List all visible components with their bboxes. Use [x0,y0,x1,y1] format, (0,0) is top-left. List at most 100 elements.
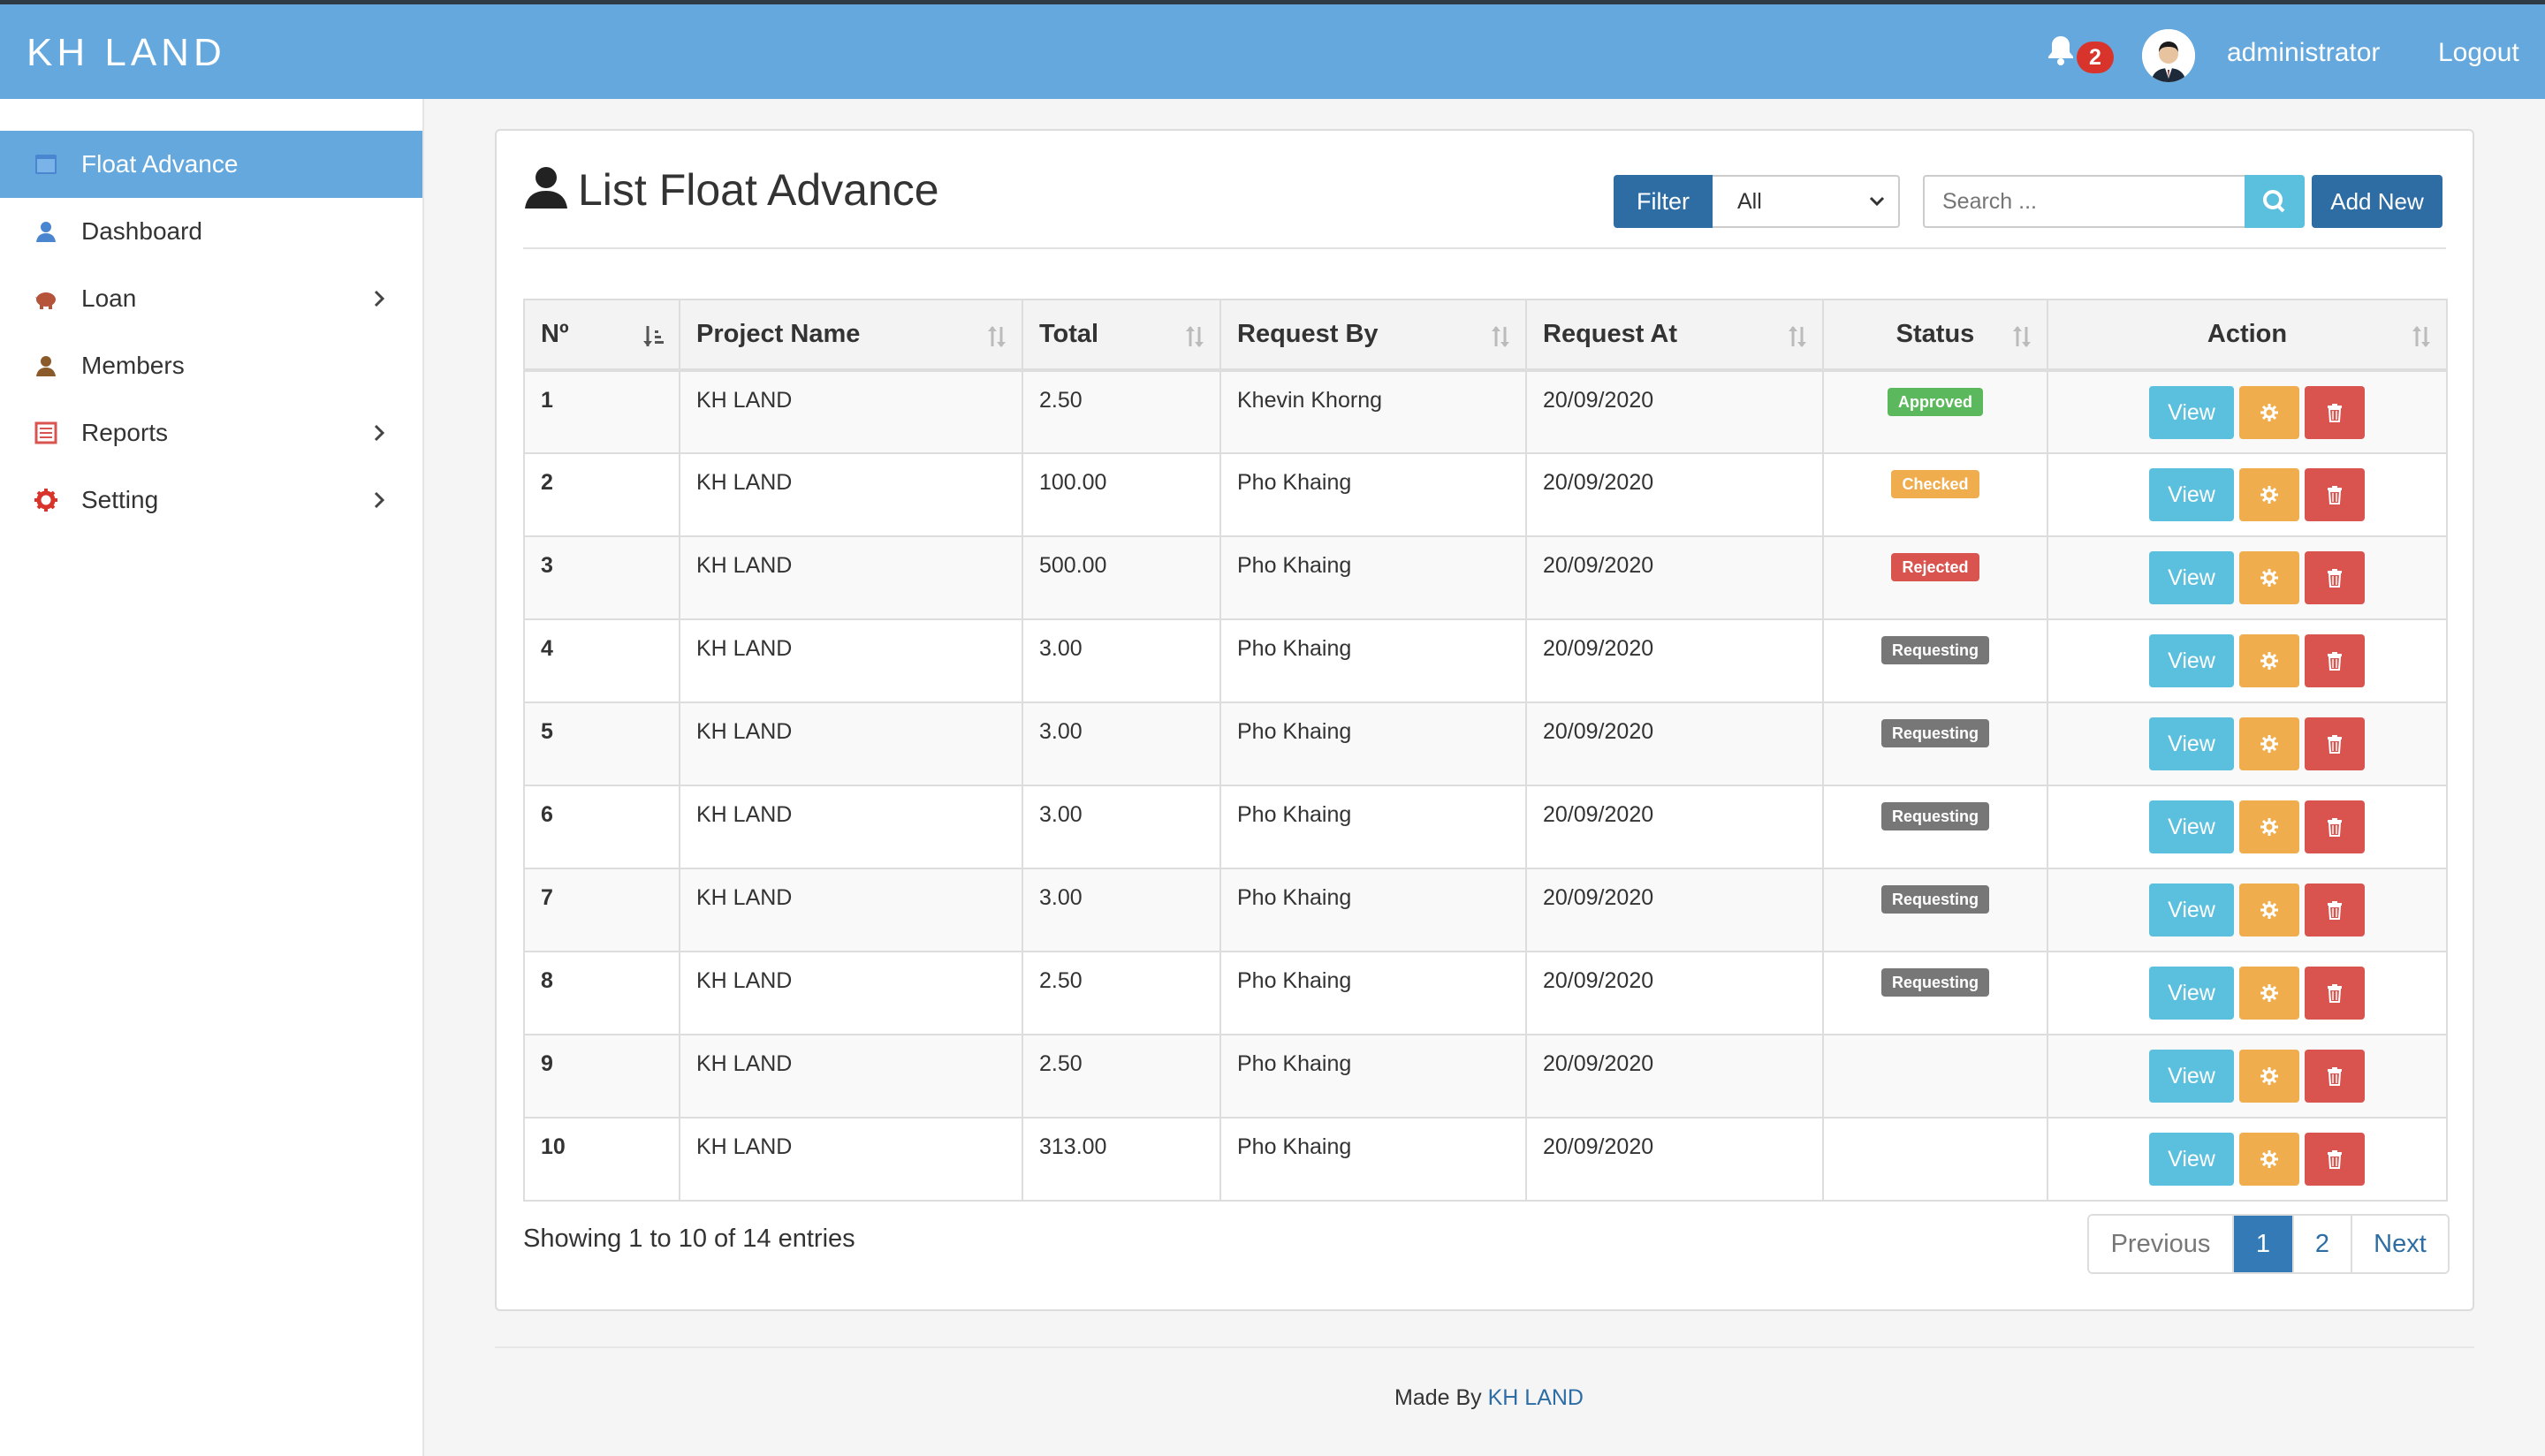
delete-button[interactable] [2305,1133,2365,1186]
edit-button[interactable] [2239,386,2299,439]
logout-link[interactable]: Logout [2438,38,2519,68]
column-header-project-name[interactable]: Project Name [679,299,1023,372]
list-alt-icon [34,421,57,444]
cell-status: Requesting [1822,868,2048,952]
cell-total: 3.00 [1022,701,1221,786]
view-button[interactable]: View [2149,1050,2234,1103]
delete-button[interactable] [2305,386,2365,439]
view-button[interactable]: View [2149,883,2234,937]
sidebar-item-label: Loan [81,284,137,312]
edit-button[interactable] [2239,883,2299,937]
cell-request-by: Pho Khaing [1219,1034,1527,1119]
cell-project-name: KH LAND [679,701,1023,786]
delete-button[interactable] [2305,1050,2365,1103]
user-icon [36,356,56,376]
column-header-request-at[interactable]: Request At [1525,299,1824,372]
view-button[interactable]: View [2149,717,2234,770]
edit-button[interactable] [2239,468,2299,521]
table-row: 2 KH LAND 100.00 Pho Khaing 20/09/2020 Checke… [523,452,2448,537]
trash-icon [2328,735,2342,754]
sidebar-item-loan[interactable]: Loan [0,265,422,332]
sidebar-item-dashboard[interactable]: Dashboard [0,198,422,265]
column-header-status[interactable]: Status [1822,299,2048,372]
footer-link[interactable]: KH LAND [1488,1385,1584,1410]
cell-action: View [2047,868,2448,952]
cell-status: Approved [1822,369,2048,454]
column-header-total[interactable]: Total [1022,299,1221,372]
delete-button[interactable] [2305,967,2365,1020]
bell-icon[interactable] [2043,33,2078,68]
cell-request-by: Pho Khaing [1219,868,1527,952]
column-header-no[interactable]: Nº [523,299,680,372]
sidebar-item-float-advance[interactable]: Float Advance [0,131,422,198]
pagination-next[interactable]: Next [2351,1216,2448,1272]
view-button[interactable]: View [2149,1133,2234,1186]
view-button[interactable]: View [2149,468,2234,521]
edit-button[interactable] [2239,1050,2299,1103]
delete-button[interactable] [2305,551,2365,604]
trash-icon [2328,404,2342,422]
table-row: 6 KH LAND 3.00 Pho Khaing 20/09/2020 Requesti… [523,785,2448,869]
brand-logo[interactable]: KH LAND [27,31,226,75]
delete-button[interactable] [2305,883,2365,937]
delete-button[interactable] [2305,800,2365,853]
search-input[interactable] [1923,175,2245,228]
filter-select-value: All [1737,189,1762,214]
table-row: 7 KH LAND 3.00 Pho Khaing 20/09/2020 Requesti… [523,868,2448,952]
trash-icon [2328,984,2342,1003]
cell-status: Rejected [1822,535,2048,620]
cell-action: View [2047,1117,2448,1202]
divider [523,247,2446,249]
delete-button[interactable] [2305,468,2365,521]
cell-request-by: Pho Khaing [1219,618,1527,703]
gear-icon [2260,404,2278,421]
avatar[interactable] [2142,29,2195,82]
view-button[interactable]: View [2149,967,2234,1020]
chevron-right-icon [374,491,385,509]
add-new-button[interactable]: Add New [2312,175,2442,228]
cell-no: 3 [523,535,680,620]
delete-button[interactable] [2305,634,2365,687]
pagination-previous[interactable]: Previous [2089,1216,2232,1272]
cell-request-by: Pho Khaing [1219,701,1527,786]
view-button[interactable]: View [2149,800,2234,853]
notification-badge[interactable]: 2 [2077,42,2114,73]
cell-total: 2.50 [1022,1034,1221,1119]
trash-icon [2328,1150,2342,1169]
user-name[interactable]: administrator [2227,38,2380,68]
chevron-down-icon [1869,196,1885,207]
view-button[interactable]: View [2149,386,2234,439]
edit-button[interactable] [2239,1133,2299,1186]
view-button[interactable]: View [2149,551,2234,604]
cell-request-at: 20/09/2020 [1525,868,1824,952]
cell-project-name: KH LAND [679,785,1023,869]
sidebar-item-label: Setting [81,486,159,513]
cell-status: Requesting [1822,785,2048,869]
filter-button[interactable]: Filter [1614,175,1713,228]
table-info: Showing 1 to 10 of 14 entries [523,1225,855,1253]
sidebar-item-members[interactable]: Members [0,332,422,399]
filter-select[interactable]: All [1713,175,1900,228]
cell-status: Requesting [1822,618,2048,703]
edit-button[interactable] [2239,800,2299,853]
sidebar-item-reports[interactable]: Reports [0,399,422,466]
cell-status: Requesting [1822,701,2048,786]
column-header-action[interactable]: Action [2047,299,2448,372]
edit-button[interactable] [2239,967,2299,1020]
cell-request-at: 20/09/2020 [1525,1034,1824,1119]
trash-icon [2328,486,2342,504]
pagination-page-1[interactable]: 1 [2232,1216,2292,1272]
cell-request-by: Pho Khaing [1219,452,1527,537]
cell-total: 3.00 [1022,618,1221,703]
column-header-request-by[interactable]: Request By [1219,299,1527,372]
search-button[interactable] [2245,175,2305,228]
pagination-page-2[interactable]: 2 [2292,1216,2351,1272]
view-button[interactable]: View [2149,634,2234,687]
column-label: Project Name [696,320,861,348]
edit-button[interactable] [2239,634,2299,687]
sidebar-item-setting[interactable]: Setting [0,466,422,534]
edit-button[interactable] [2239,551,2299,604]
edit-button[interactable] [2239,717,2299,770]
delete-button[interactable] [2305,717,2365,770]
table-header-row: Nº Project Name Total Request By Request… [523,299,2448,372]
